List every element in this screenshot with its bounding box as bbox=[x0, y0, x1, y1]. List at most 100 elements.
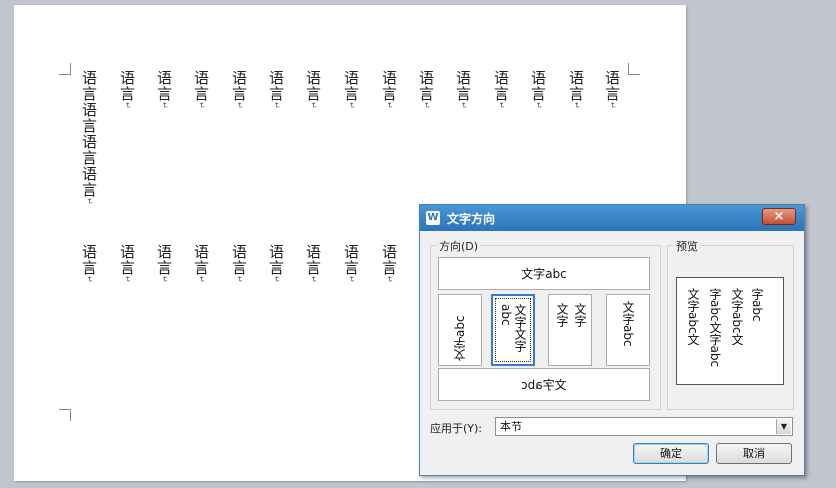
column-text: 语言 bbox=[155, 70, 173, 102]
column-text: 语言 bbox=[304, 70, 322, 102]
row1-column[interactable]: 语言↵ bbox=[380, 70, 398, 110]
column-text: 语言 bbox=[118, 244, 136, 276]
row1-column[interactable]: 语言↵ bbox=[454, 70, 472, 110]
row1-column[interactable]: 语言↵ bbox=[342, 70, 360, 110]
crop-mark-top-left bbox=[59, 63, 71, 75]
column-text: 语言 bbox=[492, 70, 510, 102]
option-horizontal-label: 文字abc bbox=[521, 267, 567, 281]
option-horizontal-flipped-label: 文字abc bbox=[521, 378, 567, 392]
paragraph-mark-icon: ↵ bbox=[385, 102, 394, 110]
option-vertical-stacked[interactable]: 文字文字abc bbox=[491, 294, 535, 366]
option-rotate-left[interactable]: 文字abc bbox=[438, 294, 482, 366]
row2-column[interactable]: 语言↵ bbox=[80, 244, 98, 284]
apply-to-select[interactable]: 本节 ▼ bbox=[495, 417, 793, 436]
paragraph-mark-icon: ↵ bbox=[197, 276, 206, 284]
paragraph-mark-icon: ↵ bbox=[85, 276, 94, 284]
dialog-title: 文字方向 bbox=[447, 212, 496, 226]
crop-mark-top-right bbox=[628, 63, 640, 75]
column-text: 语言 bbox=[342, 70, 360, 102]
row2-column[interactable]: 语言↵ bbox=[155, 244, 173, 284]
option-vertical-stacked-label: 文字文字abc bbox=[499, 304, 527, 352]
option-horizontal-flipped[interactable]: 文字abc bbox=[438, 368, 650, 401]
apply-to-label: 应用于(Y): bbox=[430, 422, 483, 435]
column-text: 语言 bbox=[380, 70, 398, 102]
column-text: 语言 bbox=[230, 244, 248, 276]
column-text: 语言 bbox=[230, 70, 248, 102]
dialog-titlebar[interactable]: 文字方向 × bbox=[420, 205, 804, 231]
column-text: 语言 bbox=[267, 70, 285, 102]
column-text: 语言 bbox=[304, 244, 322, 276]
paragraph-mark-icon: ↵ bbox=[272, 276, 281, 284]
paragraph-mark-icon: ↵ bbox=[123, 102, 132, 110]
column-text: 语言 bbox=[603, 70, 621, 102]
row1-column[interactable]: 语言↵ bbox=[155, 70, 173, 110]
dropdown-arrow-icon[interactable]: ▼ bbox=[776, 419, 791, 434]
paragraph-mark-icon: ↵ bbox=[347, 102, 356, 110]
row1-column[interactable]: 语言↵ bbox=[230, 70, 248, 110]
direction-group-label: 方向(D) bbox=[437, 238, 481, 254]
preview-column-4: 文字abc文 bbox=[686, 288, 700, 346]
column-text: 语言 bbox=[192, 244, 210, 276]
preview-column-2: 文字abc文 bbox=[730, 288, 744, 346]
ok-button[interactable]: 确定 bbox=[633, 443, 709, 464]
paragraph-mark-icon: ↵ bbox=[422, 102, 431, 110]
option-rotate-right[interactable]: 文字abc bbox=[606, 294, 650, 366]
paragraph-mark-icon: ↵ bbox=[459, 102, 468, 110]
option-vertical-cjk[interactable]: 文字 文字 bbox=[548, 294, 592, 366]
column-text: 语言 bbox=[529, 70, 547, 102]
paragraph-mark-icon: ↵ bbox=[123, 276, 132, 284]
apply-to-value: 本节 bbox=[500, 420, 522, 433]
paragraph-mark-icon: ↵ bbox=[309, 276, 318, 284]
row1-column[interactable]: 语言↵ bbox=[304, 70, 322, 110]
row1-column[interactable]: 语言↵ bbox=[417, 70, 435, 110]
wps-writer-icon bbox=[426, 211, 440, 225]
paragraph-mark-icon: ↵ bbox=[160, 102, 169, 110]
column-text: 语言 bbox=[155, 244, 173, 276]
preview-group-label: 预览 bbox=[674, 238, 700, 254]
cancel-button[interactable]: 取消 bbox=[716, 443, 792, 464]
row2-column[interactable]: 语言↵ bbox=[304, 244, 322, 284]
paragraph-mark-icon: ↵ bbox=[534, 102, 543, 110]
paragraph-mark-icon: ↵ bbox=[608, 102, 617, 110]
paragraph-mark-icon: ↵ bbox=[160, 276, 169, 284]
row1-column[interactable]: 语言↵ bbox=[567, 70, 585, 110]
column-text: 语言语言语言语言 bbox=[80, 70, 98, 198]
row1-column[interactable]: 语言↵ bbox=[492, 70, 510, 110]
option-vertical-cjk-col1: 文字 bbox=[573, 303, 587, 327]
column-text: 语言 bbox=[118, 70, 136, 102]
row1-column[interactable]: 语言↵ bbox=[603, 70, 621, 110]
paragraph-mark-icon: ↵ bbox=[385, 276, 394, 284]
crop-mark-bottom-left bbox=[59, 409, 71, 421]
row2-column[interactable]: 语言↵ bbox=[380, 244, 398, 284]
paragraph-mark-icon: ↵ bbox=[235, 102, 244, 110]
column-text: 语言 bbox=[192, 70, 210, 102]
row1-column[interactable]: 语言↵ bbox=[267, 70, 285, 110]
column-text: 语言 bbox=[342, 244, 360, 276]
row2-column[interactable]: 语言↵ bbox=[342, 244, 360, 284]
column-text: 语言 bbox=[267, 244, 285, 276]
column-text: 语言 bbox=[454, 70, 472, 102]
close-button[interactable]: × bbox=[762, 208, 796, 225]
paragraph-mark-icon: ↵ bbox=[272, 102, 281, 110]
paragraph-mark-icon: ↵ bbox=[497, 102, 506, 110]
row2-column[interactable]: 语言↵ bbox=[267, 244, 285, 284]
paragraph-mark-icon: ↵ bbox=[85, 198, 94, 206]
option-rotate-right-label: 文字abc bbox=[621, 301, 635, 347]
preview-column-1: 字abc bbox=[750, 288, 764, 322]
paragraph-mark-icon: ↵ bbox=[347, 276, 356, 284]
row1-column[interactable]: 语言↵ bbox=[118, 70, 136, 110]
column-text: 语言 bbox=[567, 70, 585, 102]
text-direction-dialog: 文字方向 × 方向(D) 预览 文字abc 文字abc 文字文字abc 文字 文… bbox=[419, 204, 805, 476]
option-vertical-cjk-col2: 文字 bbox=[555, 303, 569, 327]
row2-column[interactable]: 语言↵ bbox=[230, 244, 248, 284]
preview-column-3: 字abc文字abc bbox=[708, 288, 722, 368]
row1-column[interactable]: 语言↵ bbox=[192, 70, 210, 110]
row1-column[interactable]: 语言语言语言语言↵ bbox=[80, 70, 98, 206]
column-text: 语言 bbox=[380, 244, 398, 276]
option-horizontal[interactable]: 文字abc bbox=[438, 257, 650, 290]
row2-column[interactable]: 语言↵ bbox=[192, 244, 210, 284]
column-text: 语言 bbox=[80, 244, 98, 276]
paragraph-mark-icon: ↵ bbox=[572, 102, 581, 110]
row2-column[interactable]: 语言↵ bbox=[118, 244, 136, 284]
row1-column[interactable]: 语言↵ bbox=[529, 70, 547, 110]
